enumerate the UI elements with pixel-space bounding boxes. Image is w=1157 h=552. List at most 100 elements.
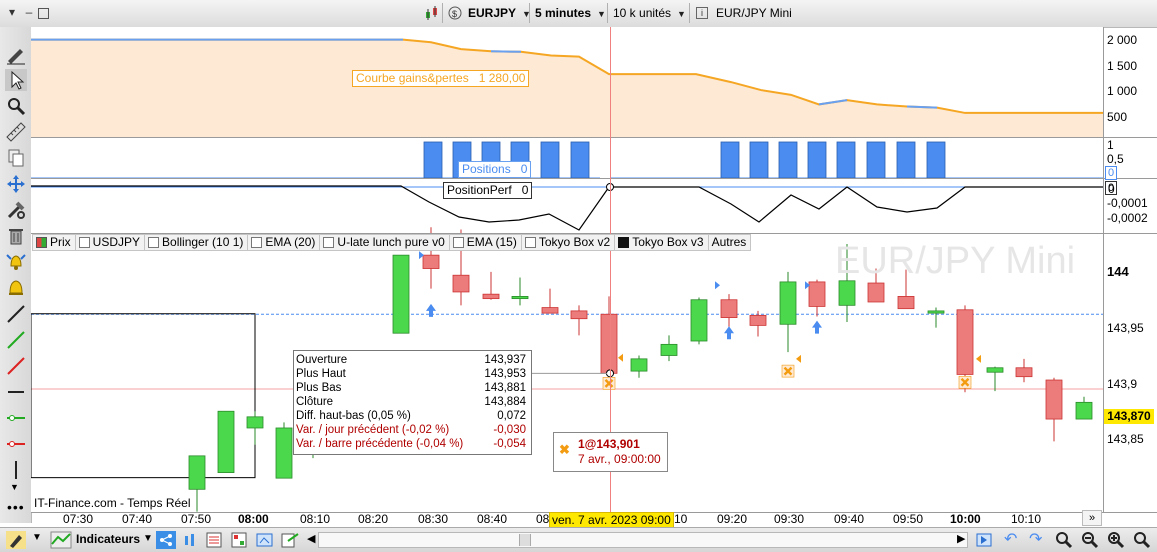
time-tick: 10 — [674, 512, 688, 526]
minimize-icon[interactable]: – — [22, 5, 36, 19]
more-tools-icon[interactable]: ••• — [7, 499, 25, 515]
share-icon[interactable] — [156, 531, 176, 549]
undo-icon[interactable]: ↶ — [1004, 529, 1017, 549]
scroll-right-icon[interactable]: » — [1082, 510, 1102, 526]
tab-checkbox[interactable] — [78, 237, 90, 248]
units-label: 10 k unités — [613, 6, 672, 20]
positions-ytick: 0,5 — [1107, 152, 1124, 166]
bottom-toolbar: ▼ Indicateurs ▼ ◀ ▶ ↶ ↷ — [0, 527, 1157, 552]
layout-icon[interactable] — [230, 531, 248, 549]
pencil-icon[interactable] — [5, 43, 27, 65]
trade-subtitle: 7 avr., 09:00:00 — [578, 452, 661, 466]
move-icon[interactable] — [5, 173, 27, 195]
candle-body — [690, 299, 708, 342]
window-menu-icon[interactable]: ▾ — [5, 5, 19, 19]
info-row: Plus Bas 143,881 — [296, 381, 528, 395]
timeframe-select[interactable]: 5 minutes ▼ — [535, 4, 606, 22]
scrollbar-thumb[interactable] — [519, 534, 531, 546]
perf-label: PositionPerf — [447, 183, 512, 197]
export-icon[interactable] — [280, 531, 300, 549]
scroll-right-icon[interactable]: ▶ — [957, 532, 965, 545]
position-bar — [749, 141, 769, 179]
alarm-icon[interactable] — [5, 277, 27, 299]
copy-icon[interactable] — [5, 147, 27, 169]
pointer-icon[interactable] — [5, 69, 27, 91]
maximize-icon[interactable] — [38, 8, 49, 19]
indicator-tab[interactable]: Prix — [32, 234, 76, 251]
chevron-down-icon: ▼ — [677, 9, 686, 19]
chart-type-icon[interactable] — [424, 5, 438, 20]
tab-label: Prix — [50, 235, 71, 249]
indicators-icon[interactable] — [50, 531, 72, 549]
timeframe-label: 5 minutes — [535, 6, 592, 20]
alert-add-icon[interactable] — [5, 251, 27, 273]
green-line-icon[interactable] — [5, 329, 27, 351]
zoom-reset-icon[interactable] — [1132, 530, 1152, 550]
indicator-tab[interactable]: U-late lunch pure v0 — [320, 234, 450, 251]
tab-checkbox[interactable] — [524, 237, 536, 248]
zoom-auto-icon[interactable] — [1054, 530, 1074, 550]
scroll-down-icon[interactable]: ▼ — [10, 482, 19, 492]
trash-icon[interactable] — [5, 225, 27, 247]
position-bar — [896, 141, 916, 179]
candle-body — [511, 296, 529, 300]
scroll-left-icon[interactable]: ◀ — [307, 532, 315, 545]
candle-body — [986, 367, 1004, 373]
pnl-legend: Courbe gains&pertes 1 280,00 — [352, 70, 530, 87]
pnl-top-blank — [31, 27, 403, 35]
window-icon[interactable] — [255, 531, 275, 549]
line-icon[interactable] — [5, 303, 27, 325]
candle-body — [897, 296, 915, 310]
horizontal-scrollbar[interactable] — [318, 532, 968, 548]
units-select[interactable]: 10 k unités ▼ — [613, 4, 686, 22]
indicator-tab[interactable]: Tokyo Box v2 — [521, 234, 616, 251]
horizontal-line-icon[interactable] — [5, 381, 27, 403]
chevron-down-icon[interactable]: ▼ — [143, 533, 153, 544]
red-line-icon[interactable] — [5, 355, 27, 377]
indicators-button[interactable]: Indicateurs — [76, 532, 140, 546]
scroll-end-icon[interactable] — [975, 531, 995, 549]
tab-label: EMA (15) — [466, 235, 517, 249]
indicator-tab[interactable]: Bollinger (10 1) — [145, 234, 249, 251]
indicator-tab[interactable]: Autres — [708, 234, 752, 251]
red-hline-icon[interactable] — [5, 433, 27, 455]
ruler-icon[interactable] — [5, 121, 27, 143]
symbol-select[interactable]: EURJPY ▼ — [468, 4, 531, 22]
tools-icon[interactable] — [5, 199, 27, 221]
indicator-tab[interactable]: EMA (20) — [248, 234, 321, 251]
chevron-down-icon[interactable]: ▼ — [32, 532, 42, 543]
zoom-icon[interactable] — [5, 95, 27, 117]
chart-style-icon[interactable] — [181, 531, 199, 549]
info-icon[interactable]: i — [696, 7, 708, 19]
info-value: -0,054 — [493, 438, 526, 450]
zoom-in-icon[interactable] — [1106, 530, 1126, 550]
instrument-info-icon[interactable]: $ — [446, 5, 464, 20]
indicator-tab[interactable]: Tokyo Box v3 — [615, 234, 709, 251]
indicator-tab[interactable]: USDJPY — [75, 234, 146, 251]
positions-label: Positions — [462, 162, 511, 176]
tab-checkbox[interactable] — [323, 237, 335, 248]
candle-body — [720, 299, 738, 318]
price-ytick: 143,85 — [1107, 432, 1144, 446]
candle-body — [482, 293, 500, 300]
price-ytick: 143,9 — [1107, 377, 1138, 391]
redo-icon[interactable]: ↷ — [1029, 529, 1042, 549]
time-tick: 08:20 — [358, 512, 389, 526]
tab-checkbox[interactable] — [452, 237, 464, 248]
indicator-tab[interactable]: EMA (15) — [449, 234, 522, 251]
info-row: Clôture 143,884 — [296, 395, 528, 409]
candle-body — [749, 314, 767, 326]
vertical-line-icon[interactable] — [5, 459, 27, 481]
chevron-down-icon: ▼ — [597, 9, 606, 19]
pen-yellow-icon[interactable] — [6, 531, 26, 549]
tab-checkbox[interactable] — [251, 237, 263, 248]
tab-checkbox[interactable] — [148, 237, 160, 248]
tab-checkbox[interactable] — [36, 237, 47, 248]
tab-checkbox[interactable] — [618, 237, 630, 248]
current-price-tag: 143,870 — [1104, 409, 1154, 424]
templates-icon[interactable] — [205, 531, 223, 549]
green-hline-icon[interactable] — [5, 407, 27, 429]
time-tick: 10:00 — [950, 512, 981, 526]
tab-label: EMA (20) — [265, 235, 316, 249]
zoom-out-icon[interactable] — [1080, 530, 1100, 550]
